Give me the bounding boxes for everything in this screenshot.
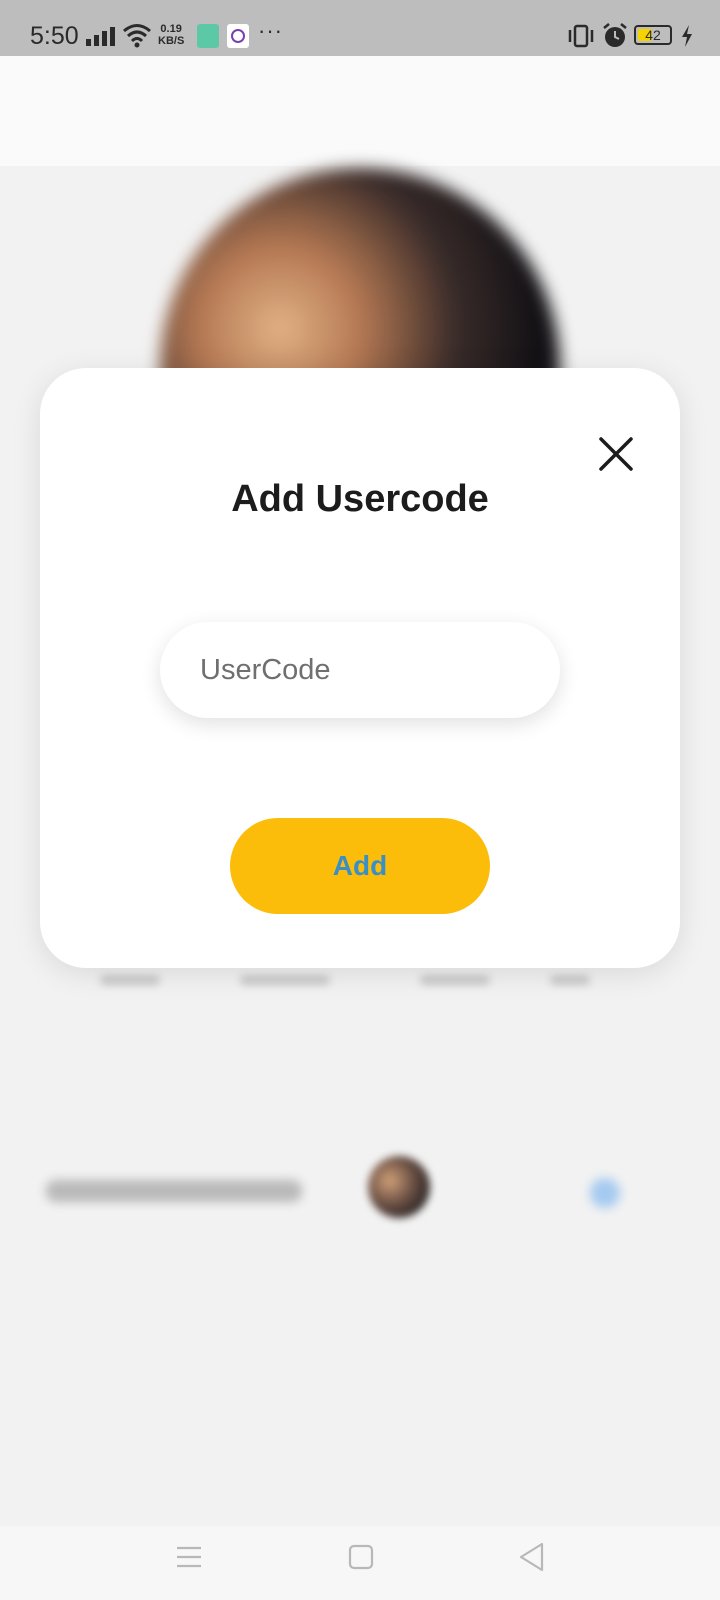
signal-icon xyxy=(86,27,115,46)
vibrate-icon xyxy=(568,24,594,48)
status-time: 5:50 xyxy=(30,22,79,50)
add-button[interactable]: Add xyxy=(230,818,490,914)
battery-icon: 42 xyxy=(634,25,672,45)
menu-icon[interactable] xyxy=(176,1544,202,1570)
network-speed-value: 0.19 xyxy=(160,23,182,35)
app-notification-icon xyxy=(227,24,249,48)
more-icon: ··· xyxy=(258,18,283,43)
dialog-title: Add Usercode xyxy=(231,478,489,520)
status-bar: 5:50 0.19 KB/S ··· 42 xyxy=(0,0,720,56)
wifi-icon xyxy=(123,24,151,48)
charging-icon xyxy=(682,25,692,47)
back-icon[interactable] xyxy=(517,1541,545,1573)
usercode-input[interactable] xyxy=(160,622,560,718)
battery-level: 42 xyxy=(645,27,661,43)
network-speed-unit: KB/S xyxy=(158,35,185,47)
home-icon[interactable] xyxy=(348,1544,374,1570)
close-icon[interactable] xyxy=(594,432,638,476)
network-speed: 0.19 KB/S xyxy=(158,23,184,47)
alarm-icon xyxy=(603,23,627,47)
app-notification-icon xyxy=(197,24,219,48)
